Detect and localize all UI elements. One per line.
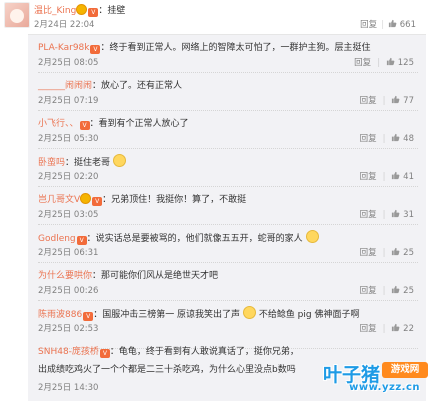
comment-time: 2月25日 14:30 bbox=[38, 383, 99, 393]
medal-icon bbox=[76, 4, 88, 15]
like-count: 22 bbox=[403, 324, 414, 334]
comment-text: ：挺住老哥 bbox=[65, 158, 111, 168]
vip-icon: V bbox=[83, 312, 94, 321]
thumbs-up-icon[interactable] bbox=[391, 323, 400, 332]
reply-button[interactable]: 回复 bbox=[360, 20, 377, 30]
username-link[interactable]: 为什么要哄你 bbox=[38, 271, 92, 281]
like-count: 25 bbox=[403, 286, 414, 296]
username-link[interactable]: SNH48-庞孩桥 bbox=[38, 347, 99, 357]
username-link[interactable]: PLA-Kar98k bbox=[38, 43, 89, 53]
comment-text: ：国服冲击三榜第一 原谅我笑出了声 bbox=[93, 310, 241, 320]
like-count: 661 bbox=[399, 20, 416, 30]
like-count: 125 bbox=[397, 58, 414, 68]
vip-icon: V bbox=[92, 197, 103, 206]
like-count: 77 bbox=[403, 96, 414, 106]
comment-text: ：终于看到正常人。网络上的智障太可怕了，一群护主狗。层主挺住 bbox=[100, 43, 371, 53]
vip-icon: V bbox=[88, 8, 99, 17]
emoji-icon bbox=[305, 230, 319, 243]
emoji-icon bbox=[112, 154, 126, 167]
list-item: ______闹闹闹：放心了。还有正常人 2月25日 07:19 回复 | 77 bbox=[28, 73, 426, 111]
reply-button[interactable]: 回复 bbox=[360, 172, 377, 182]
like-count: 25 bbox=[403, 248, 414, 258]
comment-text: ：那可能你们风从是绝世天才吧 bbox=[92, 271, 219, 281]
avatar[interactable] bbox=[4, 2, 30, 28]
like-count: 41 bbox=[403, 172, 414, 182]
comment-time: 2月25日 05:30 bbox=[38, 134, 99, 144]
comment-text: ：说实话总是要被骂的，他们就像五五开，蛇哥的家人 bbox=[86, 234, 303, 244]
top-comment: 温比_King V ：挂壁 2月24日 22:04 回复 | 661 bbox=[0, 0, 430, 34]
reply-list: PLA-Kar98k V ：终于看到正常人。网络上的智障太可怕了，一群护主狗。层主挺… bbox=[28, 34, 426, 401]
reply-button[interactable]: 回复 bbox=[360, 134, 377, 144]
thumbs-up-icon[interactable] bbox=[391, 133, 400, 142]
comment-time: 2月25日 08:05 bbox=[38, 58, 99, 68]
thumbs-up-icon[interactable] bbox=[391, 247, 400, 256]
thumbs-up-icon[interactable] bbox=[391, 171, 400, 180]
comment-time: 2月25日 02:53 bbox=[38, 324, 99, 334]
username-link[interactable]: 小飞行、、 bbox=[38, 119, 79, 129]
thumbs-up-icon[interactable] bbox=[388, 19, 397, 28]
comment-text: ：兄弟顶住！我挺你！算了，不敢挺 bbox=[102, 195, 247, 205]
comment-time: 2月25日 02:20 bbox=[38, 172, 99, 182]
like-count: 31 bbox=[403, 210, 414, 220]
reply-button[interactable]: 回复 bbox=[360, 248, 377, 258]
vip-icon: V bbox=[76, 236, 87, 245]
thumbs-up-icon[interactable] bbox=[391, 209, 400, 218]
list-item: PLA-Kar98k V ：终于看到正常人。网络上的智障太可怕了，一群护主狗。层主挺… bbox=[28, 35, 426, 73]
comment-text-continued: 出成绩吃鸡火了一个个都是二三十杀吃鸡，为什么心里没点b数吗 bbox=[38, 365, 296, 375]
thumbs-up-icon[interactable] bbox=[386, 57, 395, 66]
watermark-badge: 游戏网 bbox=[382, 362, 428, 378]
username-link[interactable]: ______闹闹闹 bbox=[38, 81, 92, 91]
reply-button[interactable]: 回复 bbox=[354, 58, 371, 68]
comment-time: 2月25日 07:19 bbox=[38, 96, 99, 106]
list-item: Godleng V ：说实话总是要被骂的，他们就像五五开，蛇哥的家人 2月25日 0… bbox=[28, 225, 426, 263]
comment-text: ：龟龟，终于看到有人敢说真话了，挺你兄弟， bbox=[109, 347, 299, 357]
top-comment-line: 温比_King V ：挂壁 bbox=[34, 3, 125, 17]
vip-icon: V bbox=[79, 121, 90, 130]
comment-text: ：看到有个正常人放心了 bbox=[89, 119, 189, 129]
like-count: 48 bbox=[403, 134, 414, 144]
reply-button[interactable]: 回复 bbox=[360, 286, 377, 296]
comment-time: 2月24日 22:04 bbox=[34, 20, 95, 30]
list-item: 为什么要哄你：那可能你们风从是绝世天才吧 2月25日 00:26 回复 | 25 bbox=[28, 263, 426, 301]
username-link[interactable]: 岂几哥文V bbox=[38, 195, 80, 205]
vip-icon: V bbox=[90, 45, 101, 54]
comment-actions: 回复 | 661 bbox=[360, 19, 416, 30]
list-item: 小飞行、、 V ：看到有个正常人放心了 2月25日 05:30 回复 | 48 bbox=[28, 111, 426, 149]
reply-button[interactable]: 回复 bbox=[360, 210, 377, 220]
comment-text-continued: 不给鲶鱼 pig 佛神面子啊 bbox=[258, 310, 360, 320]
watermark-url: www.yzz.cn bbox=[349, 382, 420, 393]
comment-time: 2月25日 00:26 bbox=[38, 286, 99, 296]
username-link[interactable]: 卧蛮吗 bbox=[38, 158, 65, 168]
list-item: 卧蛮吗：挺住老哥 2月25日 02:20 回复 | 41 bbox=[28, 149, 426, 187]
username-link[interactable]: 陈雨波886 bbox=[38, 310, 82, 320]
thumbs-up-icon[interactable] bbox=[391, 285, 400, 294]
emoji-icon bbox=[242, 306, 256, 319]
comment-text: ：挂壁 bbox=[98, 6, 126, 16]
reply-button[interactable]: 回复 bbox=[360, 96, 377, 106]
username-link[interactable]: Godleng bbox=[38, 234, 76, 244]
username-link[interactable]: 温比_King bbox=[34, 6, 76, 16]
comment-time: 2月25日 03:05 bbox=[38, 210, 99, 220]
reply-button[interactable]: 回复 bbox=[360, 324, 377, 334]
comment-text: ：放心了。还有正常人 bbox=[92, 81, 183, 91]
site-watermark: 叶子猪 游戏网 www.yzz.cn bbox=[298, 356, 430, 400]
medal-icon bbox=[80, 193, 92, 204]
thumbs-up-icon[interactable] bbox=[391, 95, 400, 104]
vip-icon: V bbox=[99, 349, 110, 358]
comment-time: 2月25日 06:31 bbox=[38, 248, 99, 258]
list-item: 岂几哥文V V ：兄弟顶住！我挺你！算了，不敢挺 2月25日 03:05 回复 | 3… bbox=[28, 187, 426, 225]
